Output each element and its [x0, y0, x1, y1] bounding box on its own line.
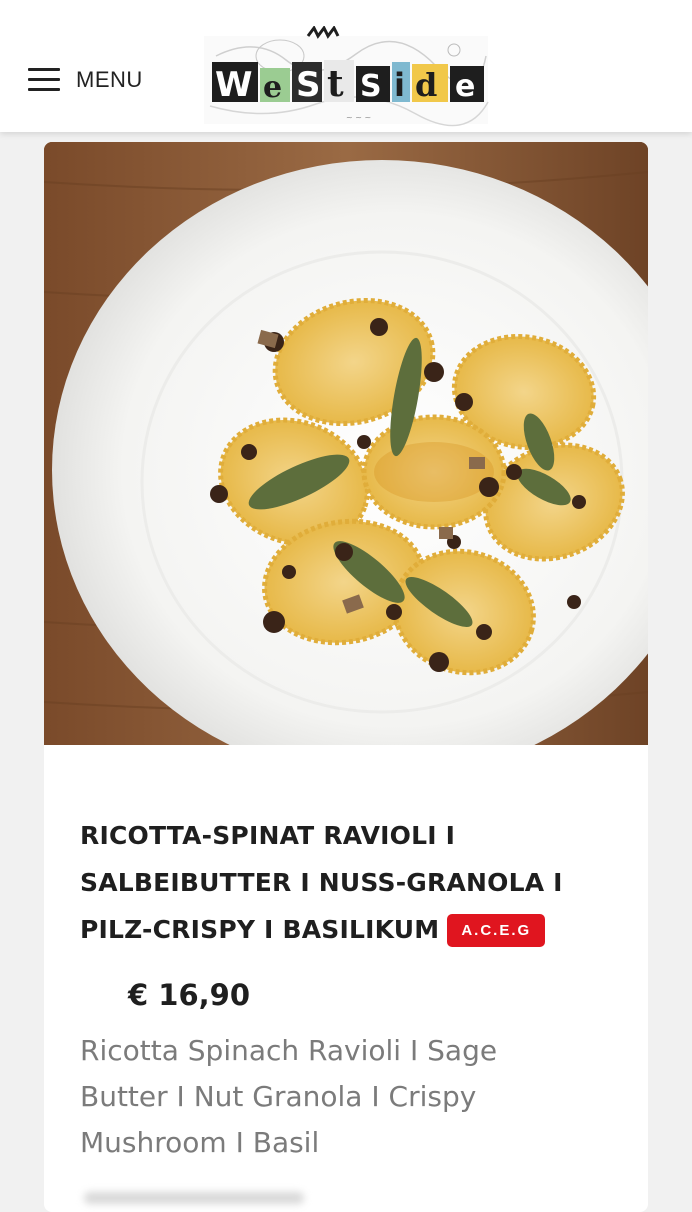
svg-text:~ ~ ~: ~ ~ ~ — [346, 113, 371, 122]
svg-text:e: e — [263, 70, 282, 105]
hamburger-icon[interactable] — [28, 68, 60, 92]
svg-text:S: S — [360, 69, 382, 104]
ravioli-dish-photo — [44, 142, 648, 745]
westside-logo[interactable]: W e S t S i d e ~ ~ ~ — [196, 25, 496, 130]
dish-title: RICOTTA-SPINAT RAVIOLI I SALBEIBUTTER I … — [80, 812, 620, 953]
menu-label[interactable]: MENU — [76, 67, 143, 93]
svg-text:d: d — [415, 66, 437, 104]
svg-text:e: e — [455, 69, 475, 104]
dish-price: € 16,90 — [128, 978, 251, 1012]
partial-button-shadow — [84, 1192, 304, 1204]
allergen-badge: A.C.E.G — [447, 914, 546, 947]
dish-card[interactable]: RICOTTA-SPINAT RAVIOLI I SALBEIBUTTER I … — [44, 142, 648, 1212]
svg-text:i: i — [394, 66, 405, 104]
top-header: MENU W e S t S i d e ~ ~ ~ — [0, 0, 692, 132]
menu-button[interactable]: MENU — [28, 60, 143, 100]
dish-description: Ricotta Spinach Ravioli I Sage Butter I … — [80, 1034, 498, 1159]
svg-text:t: t — [327, 63, 344, 105]
svg-text:S: S — [296, 65, 321, 105]
svg-text:W: W — [215, 65, 253, 105]
